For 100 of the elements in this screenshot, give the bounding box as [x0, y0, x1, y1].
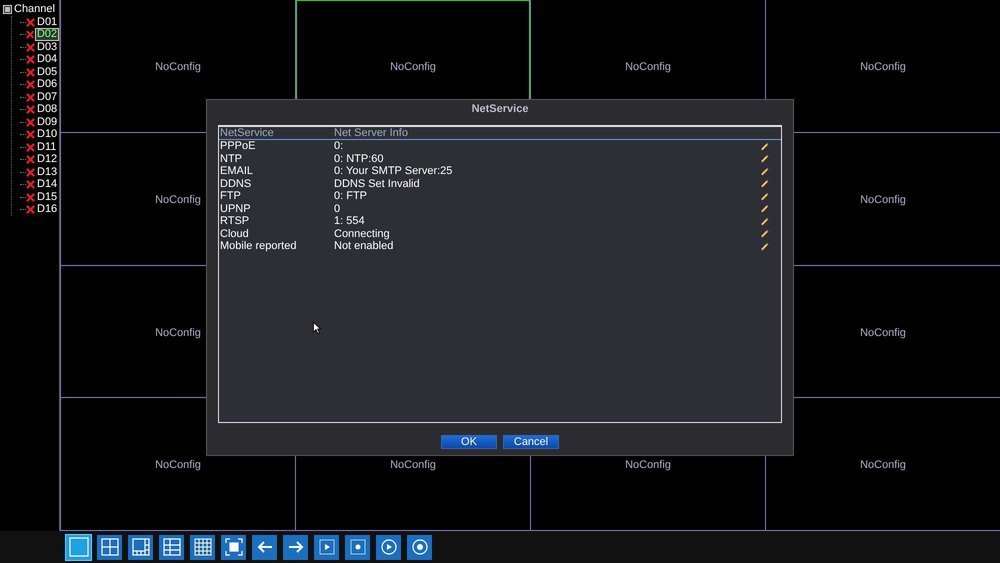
pencil-icon[interactable]: [760, 166, 769, 176]
channel-item[interactable]: D13: [36, 166, 58, 178]
dialog-button[interactable]: Cancel: [503, 435, 559, 449]
table-cell-text: DDNS Set Invalid: [334, 178, 421, 190]
pencil-icon[interactable]: [760, 216, 769, 226]
toolbar-button[interactable]: [314, 534, 339, 560]
channel-item[interactable]: D01: [36, 16, 58, 28]
cell-status: NoConfig: [155, 459, 201, 472]
table-cell-text: 0:: [334, 140, 344, 152]
cell-status: NoConfig: [390, 61, 436, 74]
offline-x-icon: [26, 30, 34, 40]
toolbar-button[interactable]: [283, 534, 308, 560]
cell-status: NoConfig: [155, 194, 201, 207]
nine-view-icon: [162, 537, 182, 557]
toolbar-button[interactable]: [128, 534, 153, 560]
pencil-icon[interactable]: [760, 229, 769, 238]
toolbar-button[interactable]: [345, 534, 370, 560]
toolbar-button[interactable]: [221, 534, 246, 560]
channel-item[interactable]: D09: [36, 116, 58, 128]
table-cell-text: 1: 554: [334, 215, 366, 228]
offline-x-icon: [26, 55, 35, 64]
dialog-button[interactable]: OK: [441, 435, 497, 449]
tree-title: Channel: [14, 3, 55, 15]
offline-x-icon: [26, 155, 35, 164]
play-icon: [316, 537, 336, 557]
eight-view-icon: [130, 537, 150, 557]
pencil-icon[interactable]: [760, 242, 769, 251]
cell-status: NoConfig: [390, 459, 436, 472]
channel-item[interactable]: D03: [36, 42, 58, 53]
table-cell-text: EMAIL: [219, 165, 254, 178]
channel-item[interactable]: D16: [36, 204, 58, 216]
offline-x-icon: [26, 68, 35, 77]
offline-x-icon: [26, 168, 35, 177]
offline-x-icon: [26, 180, 35, 190]
offline-x-icon: [26, 92, 35, 102]
table-cell-text: Cloud: [219, 228, 250, 240]
record-circle-icon: [410, 537, 430, 557]
toolbar-button[interactable]: [159, 534, 184, 560]
channel-item[interactable]: D05: [36, 66, 58, 78]
pencil-icon[interactable]: [760, 192, 769, 201]
channel-item[interactable]: D10: [36, 129, 58, 140]
channel-item[interactable]: D07: [36, 92, 58, 103]
table-cell-text: 0: FTP: [334, 190, 368, 202]
table-cell-text: 0: [334, 202, 342, 215]
table-cell-text: PPPoE: [219, 140, 256, 152]
toolbar-button[interactable]: [190, 534, 215, 560]
cell-status: NoConfig: [860, 326, 906, 340]
video-cell[interactable]: NoConfig: [766, 398, 1000, 530]
four-view-icon: [100, 537, 120, 557]
cell-status: NoConfig: [155, 61, 201, 74]
play-circle-icon: [378, 537, 398, 557]
channel-item[interactable]: D12: [36, 154, 58, 166]
pencil-icon[interactable]: [760, 142, 769, 151]
table-cell-text: RTSP: [219, 215, 250, 228]
pencil-icon[interactable]: [760, 204, 769, 214]
toolbar-button[interactable]: [407, 534, 432, 560]
offline-x-icon: [26, 192, 35, 202]
table-cell-text: Connecting: [334, 228, 391, 240]
toolbar-button[interactable]: [66, 534, 91, 560]
sixteen-view-icon: [192, 537, 212, 557]
cell-status: NoConfig: [155, 326, 201, 340]
channel-item[interactable]: D04: [36, 54, 58, 66]
offline-x-icon: [26, 42, 35, 52]
pencil-icon[interactable]: [760, 179, 769, 188]
cell-status: NoConfig: [625, 459, 671, 472]
table-cell-text: Mobile reported: [219, 240, 298, 252]
mouse-cursor-icon: [313, 322, 321, 334]
cell-status: NoConfig: [860, 61, 906, 74]
channel-item[interactable]: D02: [34, 28, 59, 42]
channel-item[interactable]: D08: [36, 104, 58, 116]
cell-status: NoConfig: [860, 459, 906, 472]
table-cell-text: DDNS: [219, 178, 252, 190]
offline-x-icon: [26, 118, 35, 127]
table-cell-text: 0: NTP:60: [334, 152, 385, 165]
table-cell-text: NTP: [219, 152, 243, 165]
offline-x-icon: [26, 18, 35, 27]
channel-item[interactable]: D14: [36, 179, 58, 190]
offline-x-icon: [26, 205, 35, 214]
cell-status: NoConfig: [625, 61, 671, 74]
pencil-icon[interactable]: [760, 154, 769, 164]
table-cell-text: UPNP: [219, 202, 252, 215]
dialog-title: NetService: [472, 102, 528, 117]
channel-item[interactable]: D06: [36, 79, 58, 90]
table-cell-text: 0: Your SMTP Server:25: [334, 165, 454, 178]
cell-status: NoConfig: [860, 194, 906, 207]
toolbar-button[interactable]: [252, 534, 277, 560]
offline-x-icon: [26, 80, 35, 90]
channel-item[interactable]: D15: [36, 192, 58, 203]
offline-x-icon: [26, 105, 35, 114]
fullscreen-icon: [224, 537, 244, 557]
offline-x-icon: [26, 142, 35, 152]
video-cell[interactable]: NoConfig: [766, 0, 1000, 132]
table-cell-text: FTP: [219, 190, 242, 202]
single-view-icon: [68, 537, 88, 557]
offline-x-icon: [26, 130, 35, 140]
toolbar-button[interactable]: [97, 534, 122, 560]
collapse-icon[interactable]: [3, 4, 12, 14]
toolbar-button[interactable]: [376, 534, 401, 560]
channel-item[interactable]: D11: [36, 142, 58, 153]
table-cell-text: Not enabled: [334, 240, 394, 252]
